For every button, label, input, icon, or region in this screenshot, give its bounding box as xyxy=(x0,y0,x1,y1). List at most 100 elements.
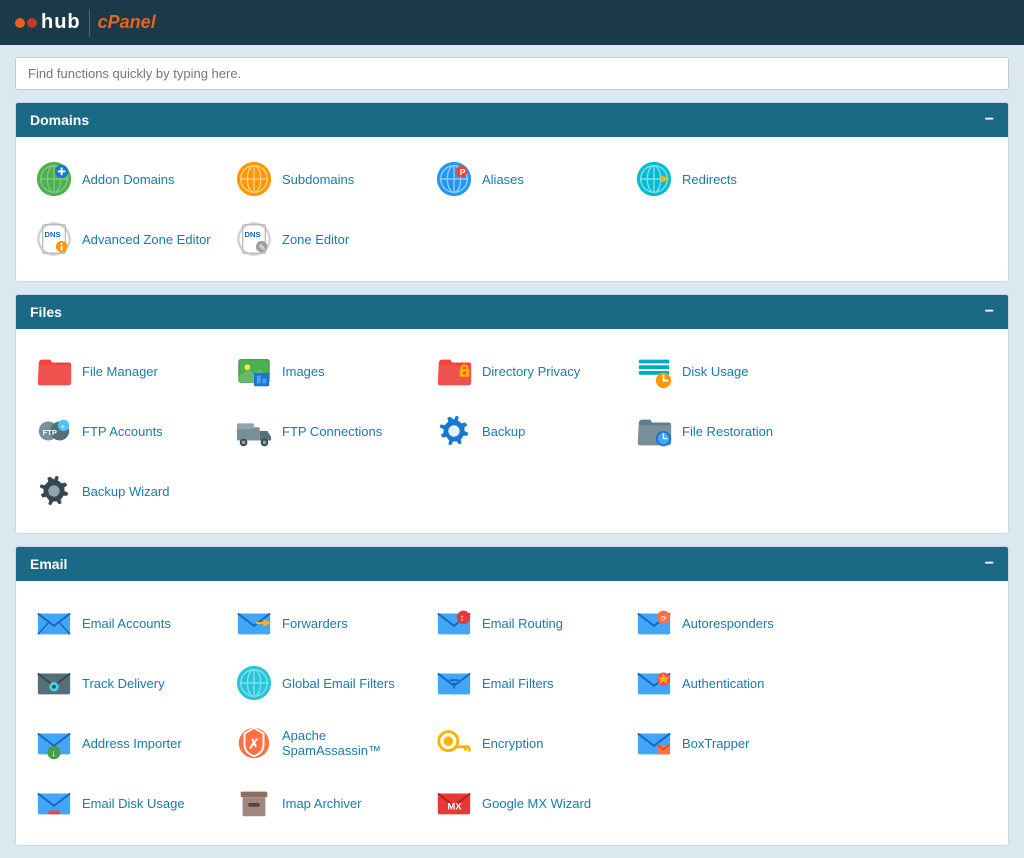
grid-item-imap-archiver[interactable]: Imap Archiver xyxy=(226,773,426,833)
grid-item-redirects[interactable]: Redirects xyxy=(626,149,826,209)
grid-item-subdomains[interactable]: Subdomains xyxy=(226,149,426,209)
grid-item-images[interactable]: Images xyxy=(226,341,426,401)
svg-text:✎: ✎ xyxy=(259,242,266,252)
search-bar[interactable] xyxy=(15,57,1009,90)
file-manager-label: File Manager xyxy=(82,364,158,379)
addon-domains-label: Addon Domains xyxy=(82,172,175,187)
zone-editor-icon: DNS ✎ xyxy=(234,219,274,259)
header: hub cPanel xyxy=(0,0,1024,45)
section-body-domains: Addon Domains Subdomains P Aliases Redirects… xyxy=(16,137,1008,281)
section-label: Files xyxy=(30,304,62,320)
section-domains: Domains − Addon Domains Subdomains P Aliases R… xyxy=(15,102,1009,282)
grid-item-email-filters[interactable]: Email Filters xyxy=(426,653,626,713)
directory-privacy-label: Directory Privacy xyxy=(482,364,580,379)
svg-text:+: + xyxy=(61,422,66,431)
section-body-email: Email Accounts Forwarders ↕ Email Routing ⟳ A… xyxy=(16,581,1008,845)
autoresponders-icon: ⟳ xyxy=(634,603,674,643)
search-input[interactable] xyxy=(16,58,1008,89)
ftp-accounts-icon: FTP + xyxy=(34,411,74,451)
grid-item-file-restoration[interactable]: File Restoration xyxy=(626,401,826,461)
grid-item-addon-domains[interactable]: Addon Domains xyxy=(26,149,226,209)
email-accounts-icon xyxy=(34,603,74,643)
grid-item-forwarders[interactable]: Forwarders xyxy=(226,593,426,653)
section-body-files: File Manager Images Directory Privacy Disk … xyxy=(16,329,1008,533)
aliases-label: Aliases xyxy=(482,172,524,187)
section-label: Email xyxy=(30,556,67,572)
section-label: Domains xyxy=(30,112,89,128)
grid-item-backup[interactable]: Backup xyxy=(426,401,626,461)
grid-item-encryption[interactable]: Encryption xyxy=(426,713,626,773)
grid-item-address-importer[interactable]: ↓ Address Importer xyxy=(26,713,226,773)
svg-text:⟳: ⟳ xyxy=(661,614,668,623)
grid-item-email-accounts[interactable]: Email Accounts xyxy=(26,593,226,653)
section-header-email: Email − xyxy=(16,547,1008,581)
email-filters-icon xyxy=(434,663,474,703)
grid-item-disk-usage[interactable]: Disk Usage xyxy=(626,341,826,401)
autoresponders-label: Autoresponders xyxy=(682,616,774,631)
redirects-label: Redirects xyxy=(682,172,737,187)
imap-archiver-icon xyxy=(234,783,274,823)
apache-spamassassin-label: Apache SpamAssassin™ xyxy=(282,728,418,758)
grid-item-zone-editor[interactable]: DNS ✎ Zone Editor xyxy=(226,209,426,269)
global-email-filters-icon xyxy=(234,663,274,703)
svg-text:DNS: DNS xyxy=(45,230,61,239)
file-manager-icon xyxy=(34,351,74,391)
grid-item-apache-spamassassin[interactable]: ✗Apache SpamAssassin™ xyxy=(226,713,426,773)
grid-item-backup-wizard[interactable]: Backup Wizard xyxy=(26,461,226,521)
encryption-label: Encryption xyxy=(482,736,543,751)
backup-icon xyxy=(434,411,474,451)
grid-item-track-delivery[interactable]: Track Delivery xyxy=(26,653,226,713)
addon-domains-icon xyxy=(34,159,74,199)
grid-item-ftp-accounts[interactable]: FTP+FTP Accounts xyxy=(26,401,226,461)
grid-item-authentication[interactable]: Authentication xyxy=(626,653,826,713)
disk-usage-icon xyxy=(634,351,674,391)
grid-item-autoresponders[interactable]: ⟳ Autoresponders xyxy=(626,593,826,653)
email-routing-icon: ↕ xyxy=(434,603,474,643)
grid-item-email-disk-usage[interactable]: Email Disk Usage xyxy=(26,773,226,833)
grid-item-advanced-zone-editor[interactable]: DNSAdvanced Zone Editor xyxy=(26,209,226,269)
address-importer-label: Address Importer xyxy=(82,736,182,751)
section-header-domains: Domains − xyxy=(16,103,1008,137)
directory-privacy-icon xyxy=(434,351,474,391)
backup-wizard-label: Backup Wizard xyxy=(82,484,169,499)
authentication-icon xyxy=(634,663,674,703)
grid-item-file-manager[interactable]: File Manager xyxy=(26,341,226,401)
grid-item-email-routing[interactable]: ↕ Email Routing xyxy=(426,593,626,653)
grid-item-aliases[interactable]: P Aliases xyxy=(426,149,626,209)
section-header-files: Files − xyxy=(16,295,1008,329)
dot-red xyxy=(27,18,37,28)
grid-item-global-email-filters[interactable]: Global Email Filters xyxy=(226,653,426,713)
collapse-icon[interactable]: − xyxy=(985,303,994,321)
forwarders-icon xyxy=(234,603,274,643)
file-restoration-icon xyxy=(634,411,674,451)
grid-item-google-mx-wizard[interactable]: MX Google MX Wizard xyxy=(426,773,626,833)
grid-item-ftp-connections[interactable]: FTP Connections xyxy=(226,401,426,461)
email-filters-label: Email Filters xyxy=(482,676,554,691)
collapse-icon[interactable]: − xyxy=(985,555,994,573)
encryption-icon xyxy=(434,723,474,763)
address-importer-icon: ↓ xyxy=(34,723,74,763)
email-routing-label: Email Routing xyxy=(482,616,563,631)
email-disk-usage-label: Email Disk Usage xyxy=(82,796,185,811)
images-icon xyxy=(234,351,274,391)
track-delivery-label: Track Delivery xyxy=(82,676,165,691)
email-accounts-label: Email Accounts xyxy=(82,616,171,631)
email-disk-usage-icon xyxy=(34,783,74,823)
grid-item-directory-privacy[interactable]: Directory Privacy xyxy=(426,341,626,401)
backup-wizard-icon xyxy=(34,471,74,511)
google-mx-wizard-label: Google MX Wizard xyxy=(482,796,591,811)
svg-text:DNS: DNS xyxy=(245,230,261,239)
cpanel-text: cPanel xyxy=(98,12,156,33)
boxtrapper-icon xyxy=(634,723,674,763)
subdomains-icon xyxy=(234,159,274,199)
zone-editor-label: Zone Editor xyxy=(282,232,349,247)
backup-label: Backup xyxy=(482,424,525,439)
svg-text:FTP: FTP xyxy=(43,428,57,437)
subdomains-label: Subdomains xyxy=(282,172,354,187)
svg-text:↕: ↕ xyxy=(460,613,465,624)
google-mx-wizard-icon: MX xyxy=(434,783,474,823)
collapse-icon[interactable]: − xyxy=(985,111,994,129)
svg-text:P: P xyxy=(460,167,466,177)
global-email-filters-label: Global Email Filters xyxy=(282,676,395,691)
grid-item-boxtrapper[interactable]: BoxTrapper xyxy=(626,713,826,773)
